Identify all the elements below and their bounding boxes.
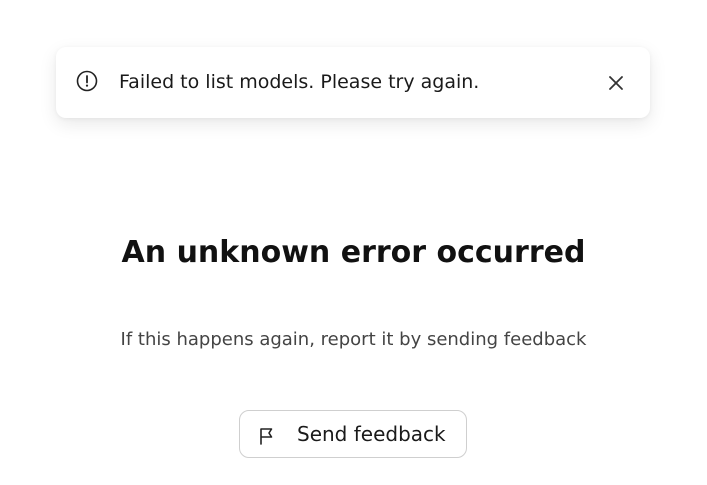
alert-circle-icon <box>76 70 98 92</box>
flag-icon <box>257 426 277 446</box>
send-feedback-button[interactable]: Send feedback <box>239 410 467 458</box>
error-title: An unknown error occurred <box>121 235 586 270</box>
close-icon[interactable] <box>606 73 626 93</box>
error-description: If this happens again, report it by send… <box>120 329 587 350</box>
toast-message: Failed to list models. Please try again. <box>119 71 480 93</box>
send-feedback-label: Send feedback <box>297 422 446 446</box>
error-toast: Failed to list models. Please try again. <box>56 47 650 118</box>
error-page: Failed to list models. Please try again.… <box>0 0 707 485</box>
